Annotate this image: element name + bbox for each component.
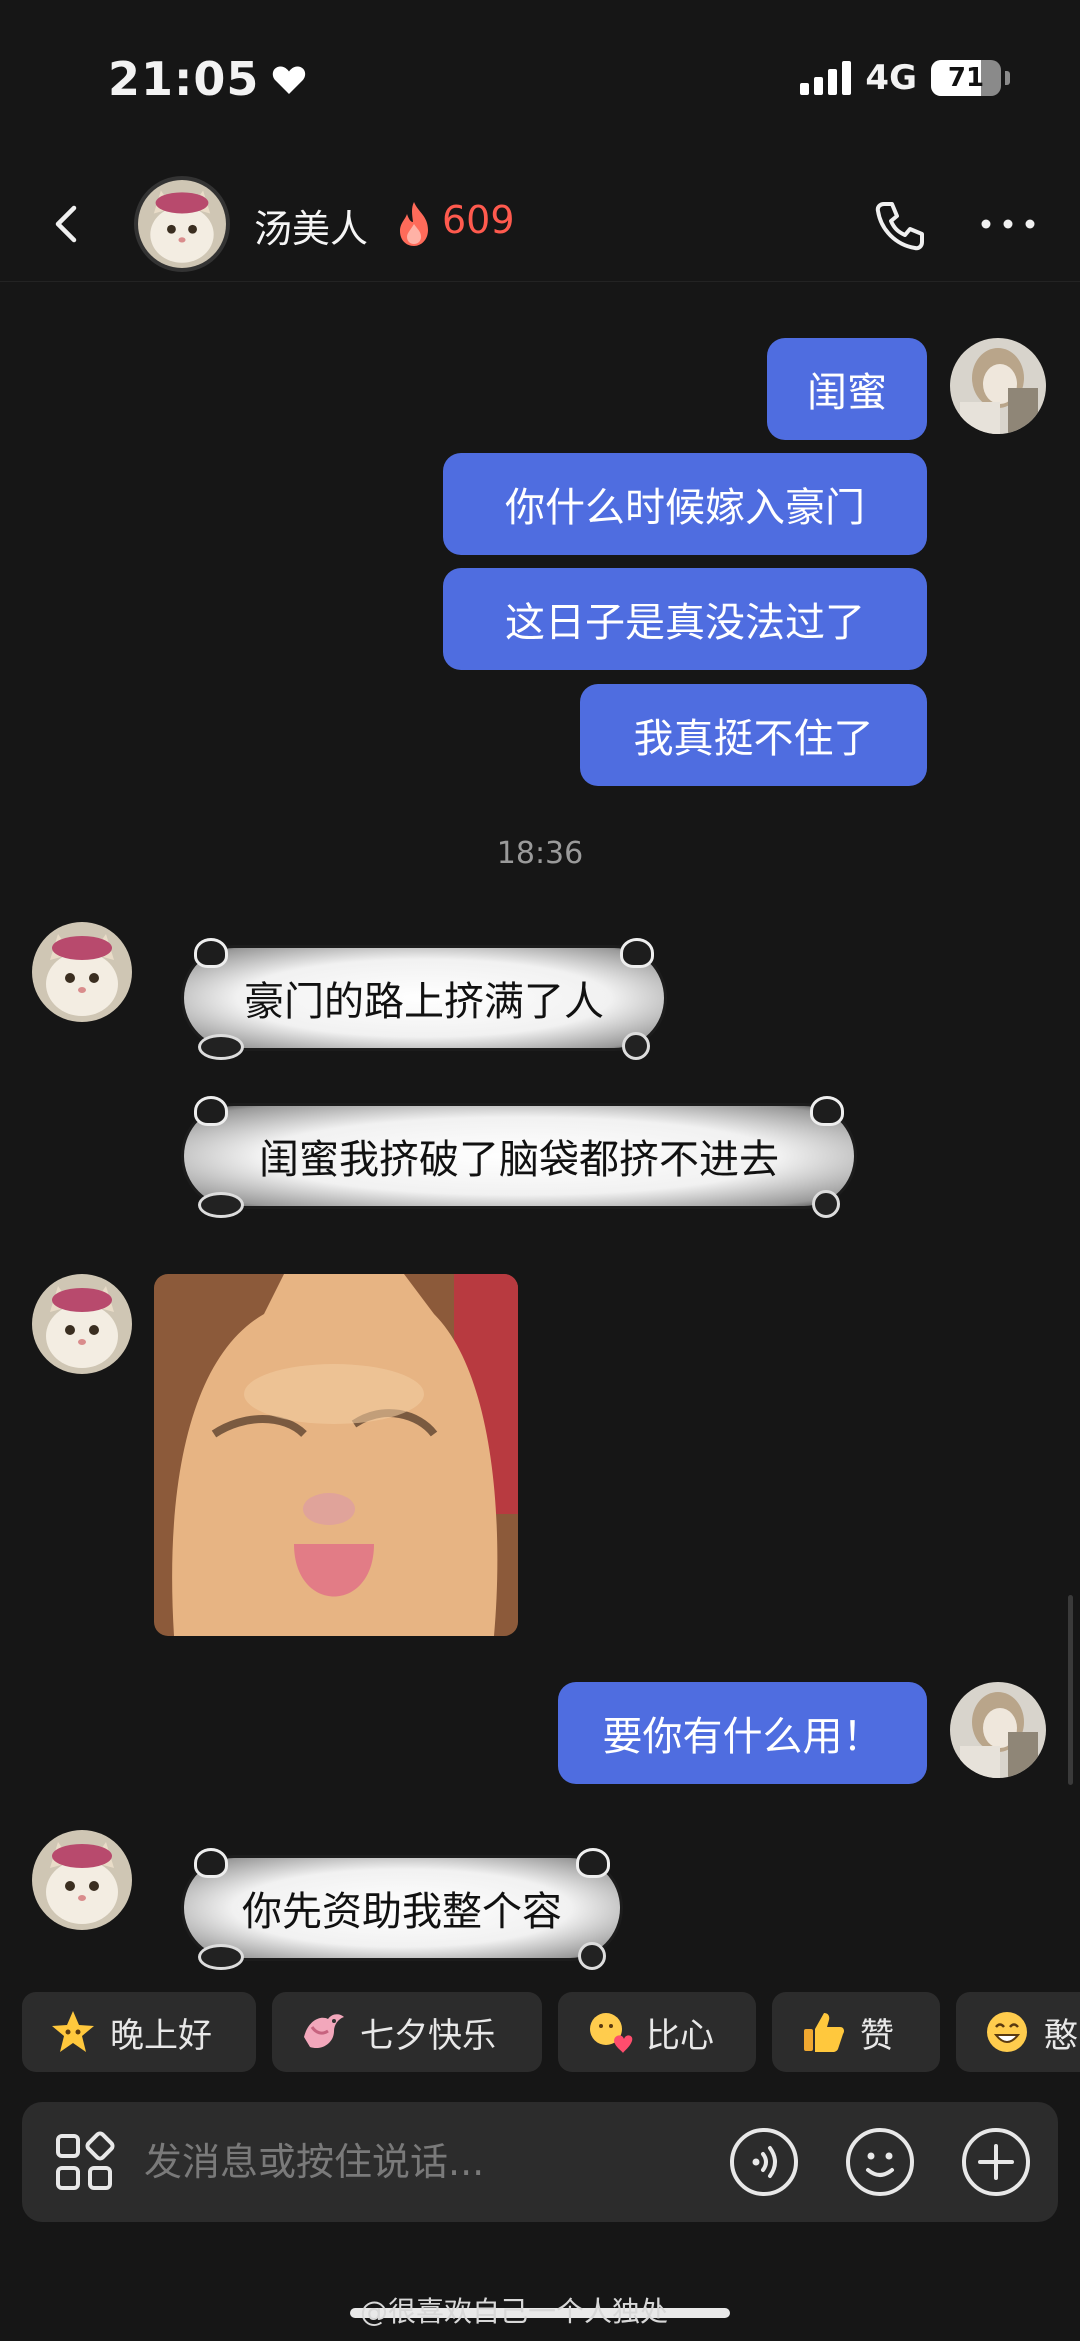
message-input-bar: 发消息或按住说话... [22,2102,1058,2222]
thumbs-up-emoji-icon [804,2013,844,2052]
phone-call-icon[interactable] [870,196,930,256]
bubble-tail-decor [198,1944,244,1970]
status-indicators: 4G 71 [800,58,1010,98]
message-outgoing[interactable]: 你什么时候嫁入豪门 [443,453,927,555]
message-outgoing[interactable]: 这日子是真没法过了 [443,568,927,670]
battery-tip [1005,71,1010,85]
battery-level: 71 [947,63,985,93]
status-bar: 21:05 4G 71 [0,0,1080,160]
message-incoming[interactable]: 豪门的路上挤满了人 [184,938,664,1060]
quick-reply-chip[interactable]: 七夕快乐 [272,1992,542,2072]
my-avatar[interactable] [950,338,1046,434]
network-type: 4G [865,58,917,98]
plus-add-icon[interactable] [960,2126,1032,2198]
message-outgoing[interactable]: 闺蜜 [767,338,927,440]
bubble-tail-decor [622,1032,650,1060]
fire-streak-icon [400,202,428,246]
contact-message-avatar[interactable] [32,922,132,1022]
bubble-tail-decor [198,1034,244,1060]
heart-icon [273,66,306,94]
quick-reply-label: 赞 [860,2015,894,2056]
message-text: 闺蜜我挤破了脑袋都挤不进去 [259,1137,779,1183]
clock-text: 21:05 [108,52,260,106]
quick-reply-chip[interactable]: 赞 [772,1992,940,2072]
cat-avatar-icon [32,1830,132,1930]
bubble-ear-decor [194,1096,228,1126]
watermark: @很喜欢自己一个人独处 [360,2295,669,2328]
message-outgoing[interactable]: 要你有什么用！ [558,1682,927,1784]
quick-reply-label: 七夕快乐 [360,2015,496,2056]
my-avatar[interactable] [950,1682,1046,1778]
cat-sticker-image [154,1274,518,1636]
bubble-ear-decor [810,1096,844,1126]
battery-icon: 71 [931,60,1001,96]
cat-avatar-icon [32,1274,132,1374]
cat-avatar-icon [32,922,132,1022]
bubble-tail-decor [578,1942,606,1970]
emoji-face-icon[interactable] [844,2126,916,2198]
message-outgoing[interactable]: 我真挺不住了 [580,684,927,786]
quick-reply-chip[interactable]: 憨 [956,1992,1080,2072]
bubble-tail-decor [812,1190,840,1218]
grin-emoji-icon [987,2012,1027,2052]
quick-reply-label: 憨 [1044,2015,1078,2056]
contact-message-avatar[interactable] [32,1830,132,1930]
bubble-ear-decor [576,1848,610,1878]
message-text: 豪门的路上挤满了人 [244,979,604,1025]
cat-photo-message[interactable] [154,1274,518,1636]
quick-reply-label: 晚上好 [110,2015,212,2056]
chat-header: 汤美人 609 [0,168,1080,282]
contact-avatar[interactable] [134,176,230,272]
status-time: 21:05 [108,52,309,106]
quick-reply-chip[interactable]: 晚上好 [22,1992,256,2072]
star-emoji-icon [52,2011,94,2052]
apps-grid-icon[interactable] [52,2130,116,2194]
message-input[interactable]: 发消息或按住说话... [144,2102,484,2222]
scrollbar[interactable] [1068,1595,1073,1785]
back-arrow-icon[interactable] [40,196,96,252]
girl-avatar-icon [950,1682,1046,1778]
message-text: 你先资助我整个容 [242,1889,562,1935]
bubble-ear-decor [194,1848,228,1878]
quick-reply-label: 比心 [646,2015,714,2056]
magpie-emoji-icon [304,2014,344,2049]
contact-message-avatar[interactable] [32,1274,132,1374]
bubble-ear-decor [194,938,228,968]
bubble-ear-decor [620,938,654,968]
message-incoming[interactable]: 你先资助我整个容 [184,1848,620,1970]
message-timestamp: 18:36 [496,836,584,871]
message-incoming[interactable]: 闺蜜我挤破了脑袋都挤不进去 [184,1096,854,1218]
streak-count: 609 [442,198,515,242]
quick-reply-chip[interactable]: 比心 [558,1992,756,2072]
signal-icon [800,61,852,95]
heart-hands-emoji-icon [590,2013,633,2053]
more-options-icon[interactable] [980,216,1036,232]
contact-name[interactable]: 汤美人 [254,198,368,253]
voice-message-icon[interactable] [728,2126,800,2198]
cat-avatar-icon [138,180,226,268]
girl-avatar-icon [950,338,1046,434]
bubble-tail-decor [198,1192,244,1218]
